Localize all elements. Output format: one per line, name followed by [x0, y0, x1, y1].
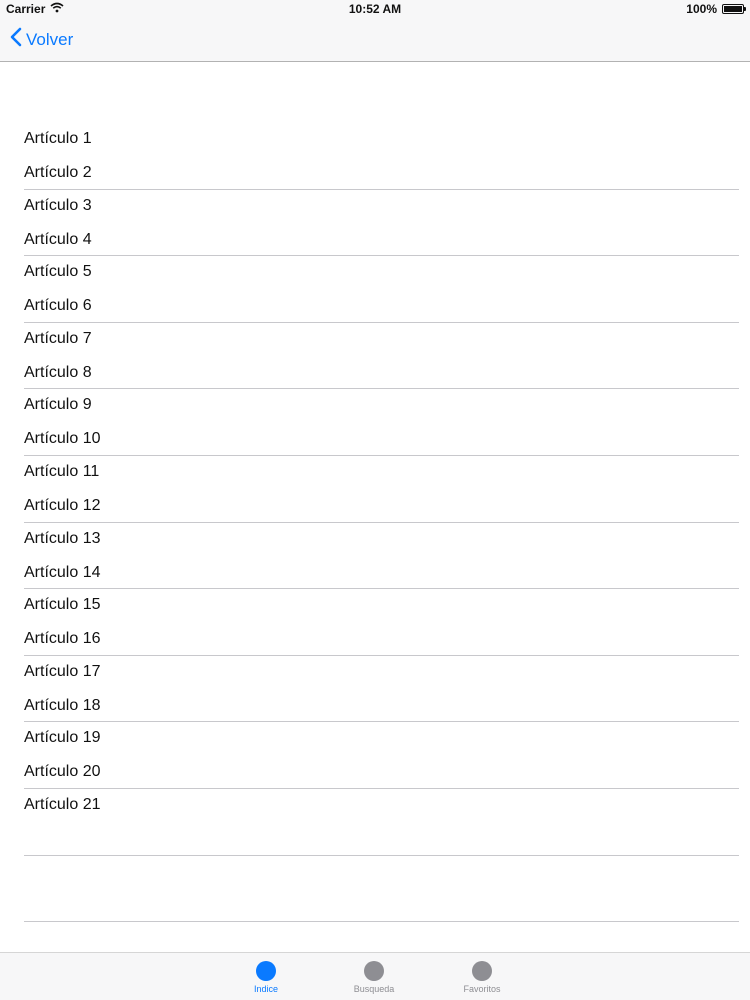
row-title: Artículo 19	[24, 729, 101, 747]
tab-busqueda[interactable]: Busqueda	[334, 959, 414, 994]
row-subtitle: Artículo 14	[24, 563, 101, 581]
battery-fill	[724, 6, 742, 12]
row-subtitle: Artículo 16	[24, 630, 101, 648]
row-title: Artículo 5	[24, 263, 92, 281]
status-right: 100%	[686, 2, 746, 16]
row-title: Artículo 9	[24, 396, 92, 414]
tab-circle-icon	[472, 961, 492, 981]
tab-favoritos[interactable]: Favoritos	[442, 959, 522, 994]
tab-circle-icon	[256, 961, 276, 981]
navigation-bar: Volver	[0, 18, 750, 62]
back-button[interactable]: Volver	[10, 27, 73, 52]
table-row[interactable]: Artículo 19 Artículo 20	[24, 722, 739, 789]
row-subtitle: Artículo 18	[24, 696, 101, 714]
tab-circle-icon	[364, 961, 384, 981]
table-row[interactable]: Artículo 1 Artículo 2	[24, 123, 739, 190]
row-subtitle: Artículo 12	[24, 496, 101, 514]
status-time: 10:52 AM	[348, 2, 402, 16]
table-row[interactable]: Artículo 7 Artículo 8	[24, 323, 739, 390]
row-title: Artículo 21	[24, 795, 101, 813]
tab-label: Favoritos	[463, 984, 501, 994]
tab-indice[interactable]: Indice	[226, 959, 306, 994]
row-title: Artículo 15	[24, 596, 101, 614]
back-label: Volver	[26, 29, 74, 49]
row-title: Artículo 3	[24, 196, 92, 214]
table-row[interactable]: Artículo 21	[24, 789, 739, 856]
row-title: Artículo 17	[24, 662, 101, 680]
tab-label: Busqueda	[353, 984, 395, 994]
table-row[interactable]: Artículo 11 Artículo 12	[24, 456, 739, 523]
row-subtitle: Artículo 10	[24, 430, 101, 448]
table-row[interactable]: Artículo 17 Artículo 18	[24, 656, 739, 723]
tab-bar: Indice Busqueda Favoritos	[0, 952, 750, 1000]
app-screen: Carrier 10:52 AM 100% Volver Artículo 1 …	[0, 0, 750, 1000]
article-list: Artículo 1 Artículo 2 Artículo 3 Artículo 4…	[0, 123, 750, 923]
row-title: Artículo 13	[24, 529, 101, 547]
chevron-left-icon	[10, 27, 22, 52]
battery-icon	[722, 4, 746, 14]
status-bar: Carrier 10:52 AM 100%	[0, 0, 750, 18]
row-title: Artículo 7	[24, 329, 92, 347]
row-subtitle: Artículo 2	[24, 164, 92, 181]
table-row[interactable]: Artículo 15 Artículo 16	[24, 589, 739, 656]
table-row[interactable]: Artículo 3 Artículo 4	[24, 190, 739, 257]
row-title: Artículo 1	[24, 130, 92, 147]
row-subtitle: Artículo 8	[24, 363, 92, 381]
tab-label: Indice	[253, 984, 279, 994]
row-subtitle: Artículo 6	[24, 297, 92, 315]
table-row[interactable]: Artículo 9 Artículo 10	[24, 389, 739, 456]
table-row[interactable]: Artículo 13 Artículo 14	[24, 523, 739, 590]
table-row[interactable]	[24, 856, 739, 923]
row-subtitle: Artículo 20	[24, 763, 101, 781]
row-title: Artículo 11	[24, 462, 100, 480]
table-row[interactable]: Artículo 5 Artículo 6	[24, 256, 739, 323]
row-subtitle: Artículo 4	[24, 230, 92, 248]
battery-percent: 100%	[686, 2, 717, 16]
